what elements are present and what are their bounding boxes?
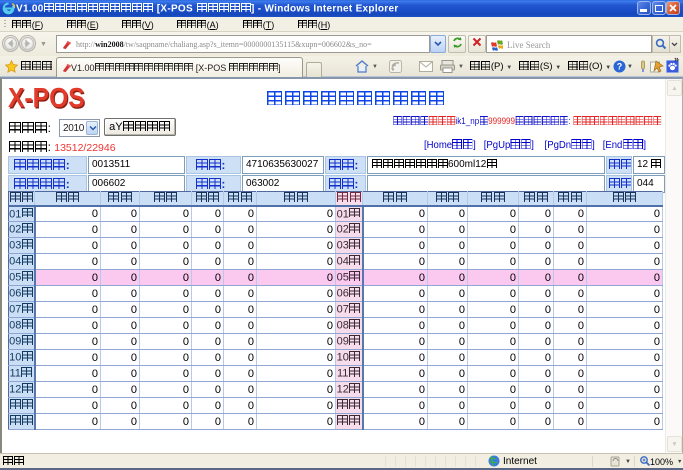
svg-text:?: ? — [617, 62, 623, 72]
